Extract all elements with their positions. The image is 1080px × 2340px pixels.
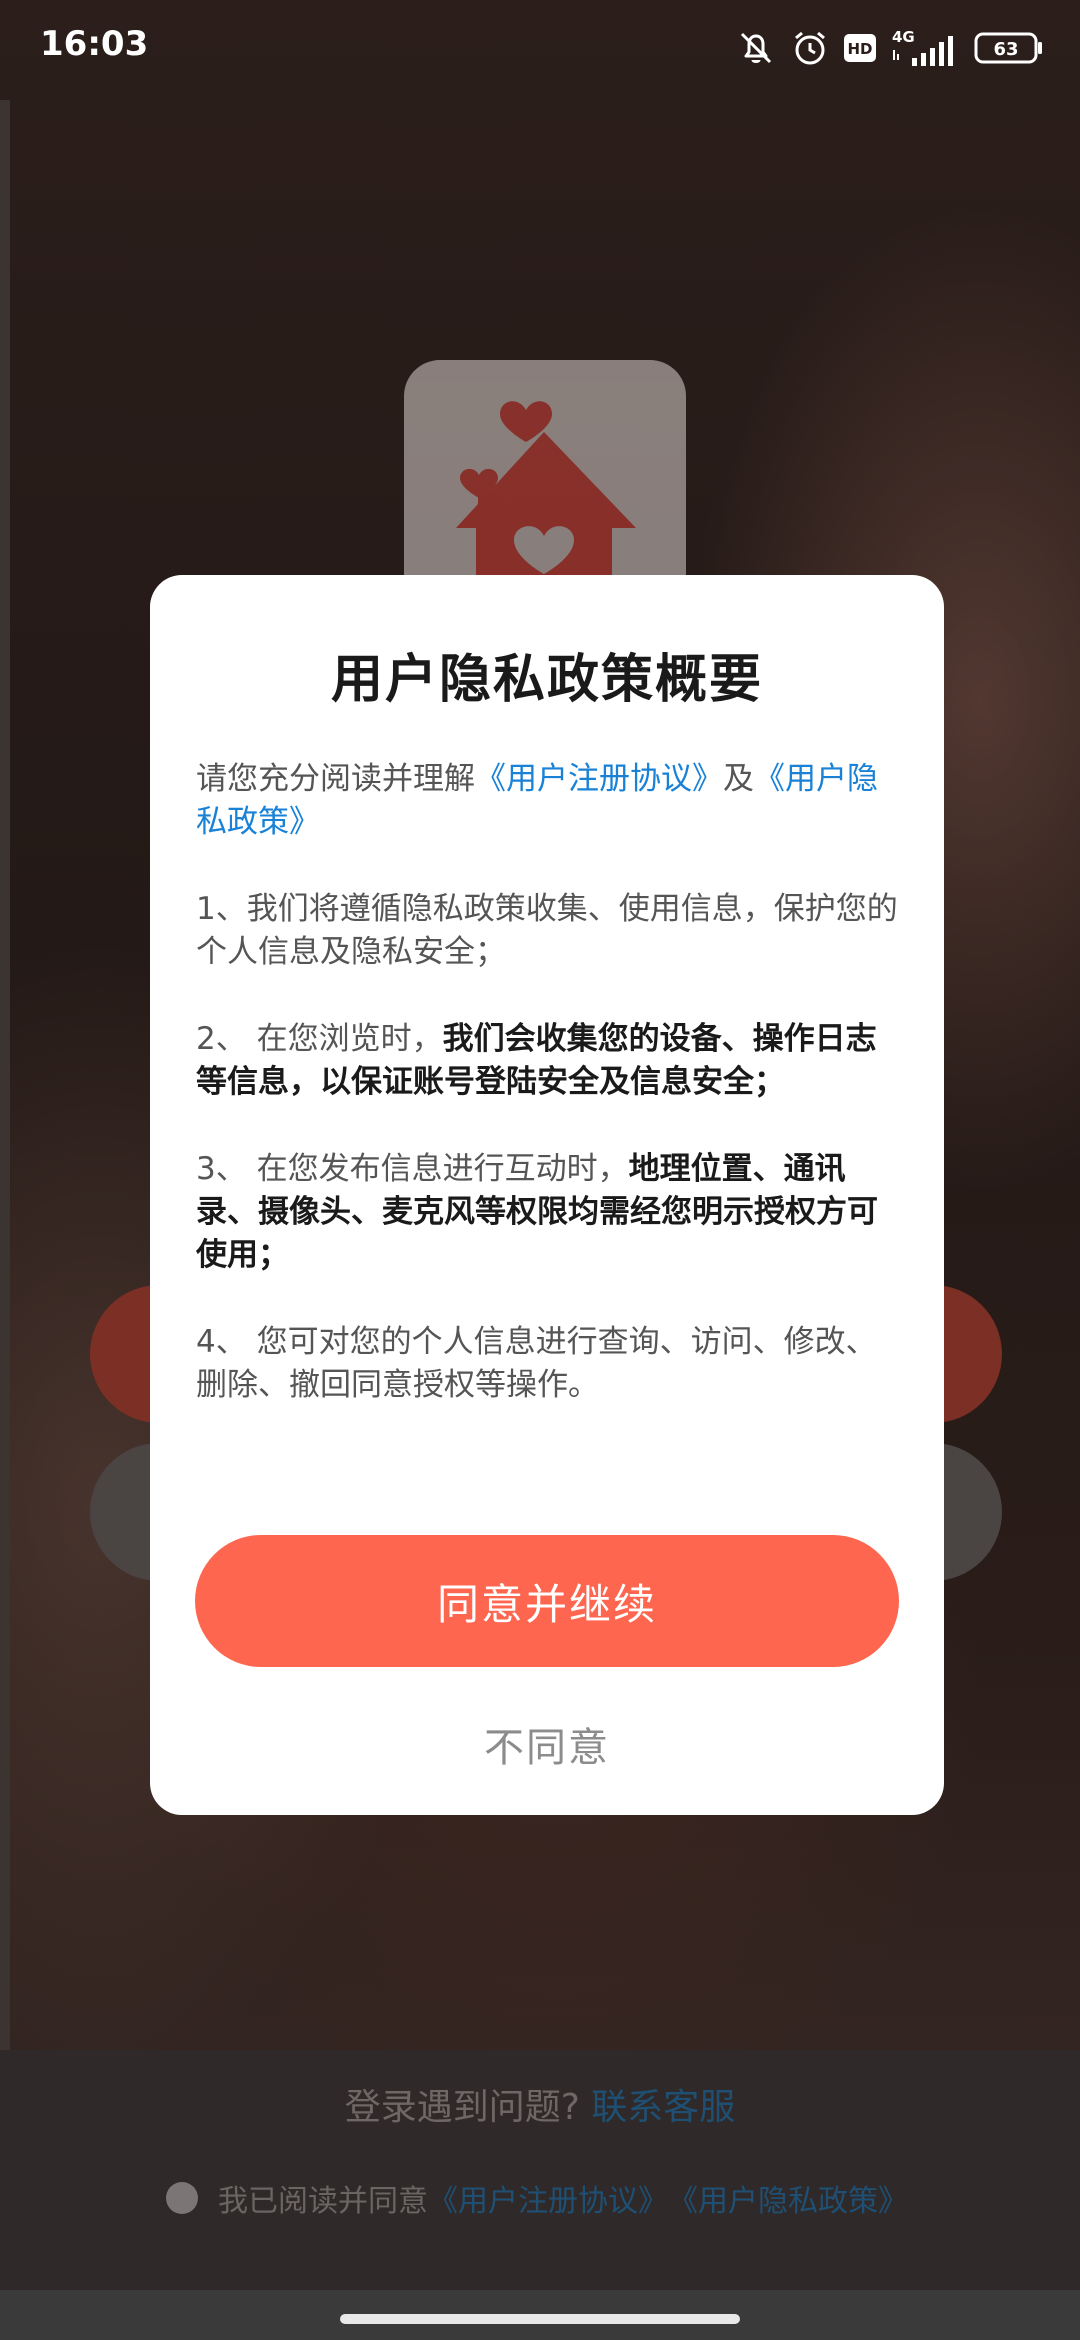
login-help-text: 登录遇到问题? 联系客服: [0, 2078, 1080, 2130]
disagree-button[interactable]: 不同意: [150, 1715, 944, 1773]
bell-muted-icon: [740, 32, 772, 64]
screen: 登录遇到问题? 联系客服 我已阅读并同意 《用户注册协议》 《用户隐私政策》 1…: [0, 0, 1080, 2340]
agree-continue-button[interactable]: 同意并继续: [195, 1535, 899, 1667]
dialog-title: 用户隐私政策概要: [330, 650, 763, 710]
battery-level: 63: [993, 39, 1018, 60]
network-type: 4G: [892, 28, 915, 46]
policy-item-4: 4、 您可对您的个人信息进行查询、访问、修改、删除、撤回同意授权等操作。: [196, 1324, 877, 1403]
policy-item-1: 1、我们将遵循隐私政策收集、使用信息，保护您的个人信息及隐私安全；: [196, 891, 898, 970]
intro-conjunction: 及: [723, 761, 754, 797]
background-edge: [0, 100, 10, 2050]
consent-registration-link: 《用户注册协议》: [428, 2184, 668, 2219]
registration-agreement-link[interactable]: 《用户注册协议》: [475, 761, 723, 797]
hd-icon: HD: [844, 34, 876, 62]
intro-paragraph: 请您充分阅读并理解《用户注册协议》及《用户隐私政策》: [196, 758, 906, 844]
status-time: 16:03: [40, 24, 149, 64]
dialog-body: 请您充分阅读并理解《用户注册协议》及《用户隐私政策》 1、我们将遵循隐私政策收集…: [196, 758, 906, 1451]
home-indicator[interactable]: [340, 2314, 740, 2324]
policy-item-3: 3、 在您发布信息进行互动时，地理位置、通讯录、摄像头、麦克风等权限均需经您明示…: [196, 1148, 906, 1277]
consent-privacy-link: 《用户隐私政策》: [668, 2184, 908, 2219]
policy-item-3-lead: 3、 在您发布信息进行互动时，: [196, 1151, 629, 1187]
hd-label: HD: [847, 40, 872, 58]
contact-support-link: 联系客服: [591, 2087, 736, 2128]
consent-label: 我已阅读并同意: [218, 2184, 428, 2219]
policy-item-2-lead: 2、 在您浏览时，: [196, 1021, 443, 1057]
signal-icon: 4G: [892, 28, 953, 66]
intro-text: 请您充分阅读并理解: [196, 761, 475, 797]
battery-icon: 63: [974, 32, 1042, 64]
login-help-label: 登录遇到问题?: [344, 2087, 580, 2128]
alarm-icon: [795, 31, 825, 65]
status-icons: HD 4G 63: [736, 26, 1044, 70]
privacy-dialog: 用户隐私政策概要 请您充分阅读并理解《用户注册协议》及《用户隐私政策》 1、我们…: [150, 575, 944, 1815]
policy-item-2: 2、 在您浏览时，我们会收集您的设备、操作日志等信息，以保证账号登陆安全及信息安…: [196, 1018, 906, 1104]
consent-radio: [166, 2182, 198, 2214]
consent-row: 我已阅读并同意 《用户注册协议》 《用户隐私政策》: [166, 2176, 908, 2220]
status-bar: 16:03 HD 4G 63: [0, 0, 1080, 96]
